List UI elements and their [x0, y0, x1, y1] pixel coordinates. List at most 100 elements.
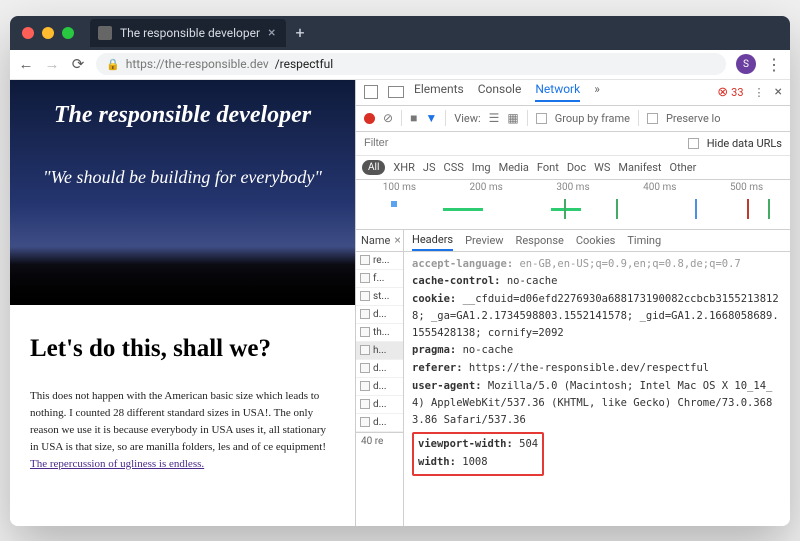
- request-row[interactable]: f...: [356, 270, 403, 288]
- request-row[interactable]: th...: [356, 324, 403, 342]
- detail-tab-cookies[interactable]: Cookies: [576, 234, 615, 247]
- url-bar: ← → ⟳ 🔒 https://the-responsible.dev/resp…: [10, 50, 790, 80]
- record-button[interactable]: [364, 113, 375, 124]
- request-row[interactable]: d...: [356, 378, 403, 396]
- tab-overflow-button[interactable]: »: [594, 82, 600, 102]
- separator: [638, 110, 639, 126]
- hide-data-urls-checkbox[interactable]: [688, 138, 699, 149]
- tab-elements[interactable]: Elements: [414, 82, 464, 102]
- paragraph-text: This does not happen with the American b…: [30, 390, 326, 453]
- browser-menu-button[interactable]: ⋮: [766, 55, 782, 74]
- request-name: d...: [373, 399, 387, 410]
- network-timeline[interactable]: 100 ms 200 ms 300 ms 400 ms 500 ms: [356, 180, 790, 230]
- article-heading: Let's do this, shall we?: [30, 335, 335, 363]
- hero-quote: "We should be building for everybody": [43, 164, 322, 191]
- filter-doc[interactable]: Doc: [567, 161, 586, 174]
- file-icon: [360, 363, 370, 373]
- detail-tab-headers[interactable]: Headers: [412, 230, 453, 252]
- browser-tab[interactable]: The responsible developer ×: [90, 19, 286, 47]
- titlebar: The responsible developer × +: [10, 16, 790, 50]
- request-row[interactable]: h...: [356, 342, 403, 360]
- request-count: 40 re: [356, 432, 403, 450]
- hide-data-urls-label: Hide data URLs: [707, 137, 782, 150]
- network-body: Name × re...f...st...d...th...h...d...d.…: [356, 230, 790, 526]
- file-icon: [360, 255, 370, 265]
- request-row[interactable]: re...: [356, 252, 403, 270]
- separator: [527, 110, 528, 126]
- filter-ws[interactable]: WS: [594, 161, 610, 174]
- maximize-window-button[interactable]: [62, 27, 74, 39]
- url-path: /respectful: [275, 57, 333, 71]
- tab-close-button[interactable]: ×: [268, 25, 275, 41]
- address-field[interactable]: 🔒 https://the-responsible.dev/respectful: [96, 53, 726, 75]
- filter-icon[interactable]: ▼: [425, 111, 437, 125]
- device-toolbar-icon[interactable]: [388, 86, 404, 98]
- network-toolbar: ⊘ ■ ▼ View: ☰ ▦ Group by frame Preserve …: [356, 106, 790, 132]
- request-name: d...: [373, 417, 387, 428]
- group-by-frame-label: Group by frame: [555, 112, 630, 125]
- devtools-settings-button[interactable]: ⋮: [754, 86, 765, 99]
- detail-tabs: Headers Preview Response Cookies Timing: [404, 230, 790, 252]
- reload-button[interactable]: ⟳: [70, 55, 86, 73]
- request-name: re...: [373, 255, 390, 266]
- request-row[interactable]: d...: [356, 306, 403, 324]
- highlighted-headers: viewport-width: 504 width: 1008: [412, 432, 544, 476]
- request-row[interactable]: d...: [356, 396, 403, 414]
- filter-css[interactable]: CSS: [444, 161, 464, 174]
- file-icon: [360, 399, 370, 409]
- detail-tab-response[interactable]: Response: [516, 234, 564, 247]
- request-row[interactable]: d...: [356, 360, 403, 378]
- view-list-icon[interactable]: ☰: [489, 111, 500, 125]
- camera-icon[interactable]: ■: [410, 111, 417, 125]
- hero-banner: The responsible developer "We should be …: [10, 80, 355, 305]
- filter-font[interactable]: Font: [537, 161, 559, 174]
- minimize-window-button[interactable]: [42, 27, 54, 39]
- devtools-tabs: Elements Console Network »: [414, 82, 600, 102]
- preserve-log-checkbox[interactable]: [647, 113, 658, 124]
- request-row[interactable]: d...: [356, 414, 403, 432]
- detail-tab-preview[interactable]: Preview: [465, 234, 503, 247]
- page-content: The responsible developer "We should be …: [10, 80, 355, 526]
- devtools-panel: Elements Console Network » 33 ⋮ × ⊘ ■ ▼ …: [355, 80, 790, 526]
- filter-media[interactable]: Media: [499, 161, 529, 174]
- filter-all[interactable]: All: [362, 160, 385, 175]
- devtools-tabbar: Elements Console Network » 33 ⋮ ×: [356, 80, 790, 106]
- filter-xhr[interactable]: XHR: [393, 161, 415, 174]
- tab-network[interactable]: Network: [535, 82, 580, 102]
- request-row[interactable]: st...: [356, 288, 403, 306]
- headers-content[interactable]: accept-language: en-GB,en-US;q=0.9,en;q=…: [404, 252, 790, 526]
- detail-tab-timing[interactable]: Timing: [627, 234, 661, 247]
- close-details-button[interactable]: ×: [394, 233, 400, 247]
- request-name: th...: [373, 327, 390, 338]
- file-icon: [360, 327, 370, 337]
- request-list: Name × re...f...st...d...th...h...d...d.…: [356, 230, 404, 526]
- forward-button[interactable]: →: [44, 55, 60, 73]
- error-count-badge[interactable]: 33: [717, 85, 743, 100]
- inspect-element-icon[interactable]: [364, 85, 378, 99]
- profile-avatar[interactable]: S: [736, 54, 756, 74]
- filter-img[interactable]: Img: [472, 161, 491, 174]
- tab-console[interactable]: Console: [478, 82, 522, 102]
- view-frame-icon[interactable]: ▦: [507, 111, 518, 125]
- filter-other[interactable]: Other: [670, 161, 697, 174]
- filter-manifest[interactable]: Manifest: [618, 161, 661, 174]
- group-by-frame-checkbox[interactable]: [536, 113, 547, 124]
- new-tab-button[interactable]: +: [296, 23, 305, 42]
- request-name: h...: [373, 345, 386, 356]
- browser-window: The responsible developer × + ← → ⟳ 🔒 ht…: [10, 16, 790, 526]
- devtools-close-button[interactable]: ×: [775, 84, 782, 100]
- view-label: View:: [454, 112, 480, 125]
- filter-js[interactable]: JS: [423, 161, 436, 174]
- request-name: f...: [373, 273, 384, 284]
- file-icon: [360, 345, 370, 355]
- article-link[interactable]: The repercussion of ugliness is endless.: [30, 458, 204, 470]
- filter-input[interactable]: [364, 137, 424, 149]
- clear-button[interactable]: ⊘: [383, 111, 393, 125]
- file-icon: [360, 381, 370, 391]
- close-window-button[interactable]: [22, 27, 34, 39]
- traffic-lights: [22, 27, 74, 39]
- back-button[interactable]: ←: [18, 55, 34, 73]
- request-type-filter: All XHR JS CSS Img Media Font Doc WS Man…: [356, 156, 790, 180]
- timeline-ticks: 100 ms 200 ms 300 ms 400 ms 500 ms: [356, 182, 790, 193]
- file-icon: [360, 273, 370, 283]
